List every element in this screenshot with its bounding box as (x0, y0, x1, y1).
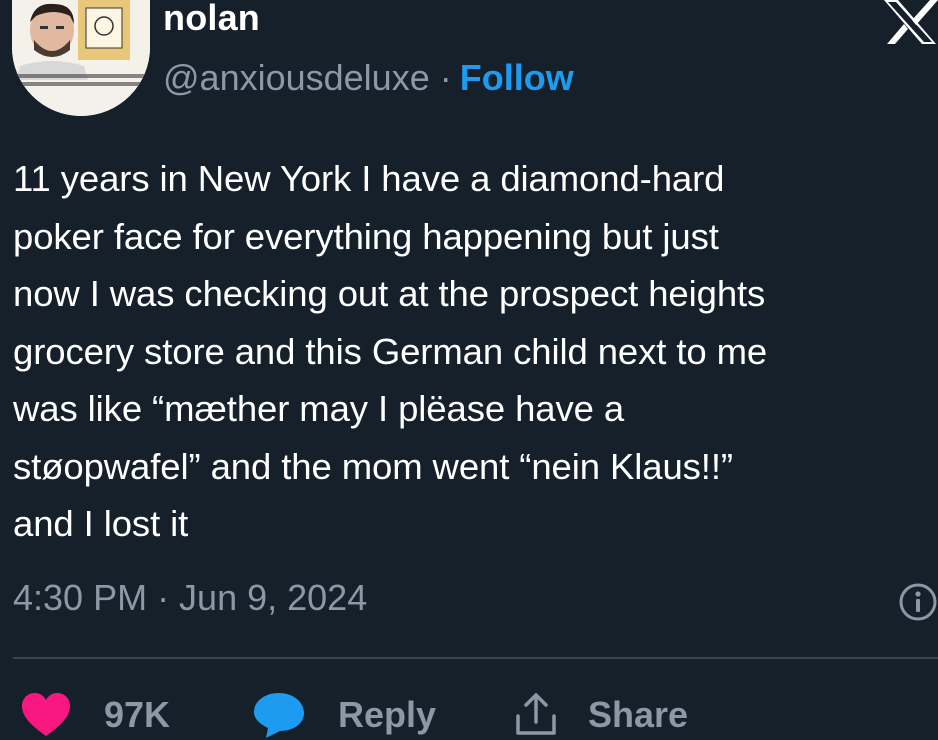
share-button[interactable]: Share (512, 690, 688, 740)
like-button[interactable]: 97K (20, 690, 170, 740)
action-bar: 97K Reply Share (0, 690, 938, 740)
reply-label: Reply (338, 694, 437, 735)
display-name[interactable]: nolan (163, 0, 260, 38)
follow-button[interactable]: Follow (460, 57, 574, 98)
divider (13, 657, 938, 659)
like-count: 97K (104, 694, 171, 735)
x-logo-icon[interactable] (882, 0, 938, 44)
tweet-text: 11 years in New York I have a diamond-ha… (13, 158, 768, 544)
heart-icon (22, 693, 70, 736)
speech-bubble-icon (254, 693, 304, 738)
username-handle[interactable]: @anxiousdeluxe (163, 57, 430, 98)
separator-dot: · (439, 57, 452, 98)
handle-row: @anxiousdeluxe · Follow (163, 58, 574, 98)
reply-button[interactable]: Reply (252, 690, 436, 740)
share-label: Share (588, 694, 689, 735)
tweet-timestamp[interactable]: 4:30 PM · Jun 9, 2024 (13, 576, 367, 620)
share-icon (516, 693, 556, 735)
avatar[interactable] (12, 0, 150, 116)
info-icon[interactable] (898, 582, 938, 622)
avatar-photo (12, 0, 150, 116)
